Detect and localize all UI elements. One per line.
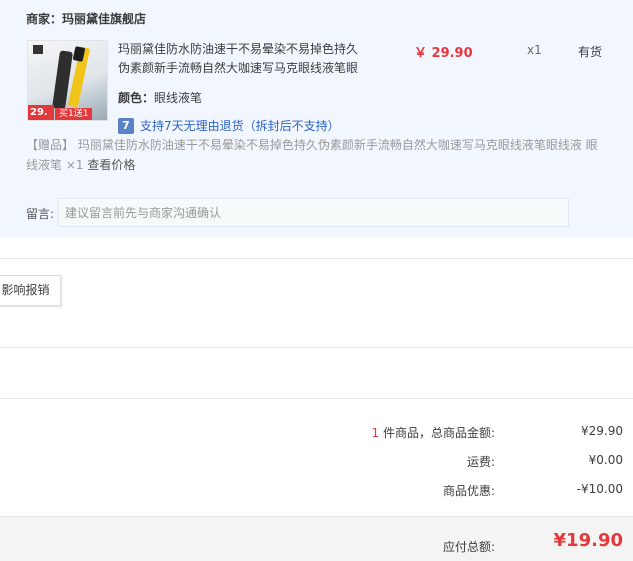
product-thumbnail[interactable]: 29. 买1送1 bbox=[27, 40, 108, 121]
color-label: 颜色： bbox=[118, 91, 155, 105]
return-policy-text: 支持7天无理由退货（拆封后不支持） bbox=[140, 119, 340, 133]
item-count: 1 bbox=[371, 426, 380, 440]
discount-row: 商品优惠: -¥10.00 bbox=[0, 482, 633, 502]
payable-label: 应付总额: bbox=[442, 540, 495, 554]
divider bbox=[0, 398, 633, 399]
shipping-value: ¥0.00 bbox=[588, 453, 623, 467]
return-policy[interactable]: 7 支持7天无理由退货（拆封后不支持） bbox=[118, 117, 340, 134]
view-price-link[interactable]: 查看价格 bbox=[87, 158, 135, 172]
item-price: ￥ 29.90 bbox=[414, 46, 473, 61]
shipping-row: 运费: ¥0.00 bbox=[0, 453, 633, 473]
stock-status: 有货 bbox=[578, 45, 603, 59]
thumb-price-tag: 29. bbox=[28, 105, 54, 120]
product-title-link[interactable]: 玛丽黛佳防水防油速干不易晕染不易掉色持久伪素颜新手流畅自然大咖速写马克眼线液笔眼 bbox=[118, 40, 366, 78]
brand-logo bbox=[33, 45, 43, 54]
seven-day-return-icon: 7 bbox=[118, 117, 134, 134]
invoice-option-button[interactable]: 影响报销 bbox=[0, 275, 61, 306]
gift-line: 【赠品】 玛丽黛佳防水防油速干不易晕染不易掉色持久伪素颜新手流畅自然大咖速写马克… bbox=[26, 135, 606, 175]
product-color: 颜色：眼线液笔 bbox=[118, 89, 202, 106]
goods-total-label: 1 件商品，总商品金额: bbox=[371, 426, 496, 440]
discount-label: 商品优惠: bbox=[442, 484, 495, 498]
message-label: 留言: bbox=[26, 207, 55, 221]
seller-name-link[interactable]: 玛丽黛佳旗舰店 bbox=[62, 12, 146, 26]
seller-line: 商家：玛丽黛佳旗舰店 bbox=[26, 10, 146, 27]
seller-label: 商家： bbox=[26, 12, 63, 26]
order-item-panel: 商家：玛丽黛佳旗舰店 29. 买1送1 玛丽黛佳防水防油速干不易晕染不易掉色持久… bbox=[0, 0, 633, 237]
shipping-label: 运费: bbox=[466, 455, 495, 469]
payable-total-bar: 应付总额: ¥19.90 bbox=[0, 516, 633, 561]
item-quantity: x1 bbox=[527, 43, 542, 57]
divider bbox=[0, 347, 633, 348]
color-value: 眼线液笔 bbox=[154, 91, 203, 105]
payable-value: ¥19.90 bbox=[553, 530, 623, 551]
message-input[interactable] bbox=[58, 198, 569, 227]
goods-total-row: 1 件商品，总商品金额: ¥29.90 bbox=[0, 424, 633, 444]
divider bbox=[0, 258, 633, 259]
discount-value: -¥10.00 bbox=[576, 482, 623, 496]
thumb-promo-tag: 买1送1 bbox=[55, 108, 93, 120]
goods-total-value: ¥29.90 bbox=[581, 424, 623, 438]
